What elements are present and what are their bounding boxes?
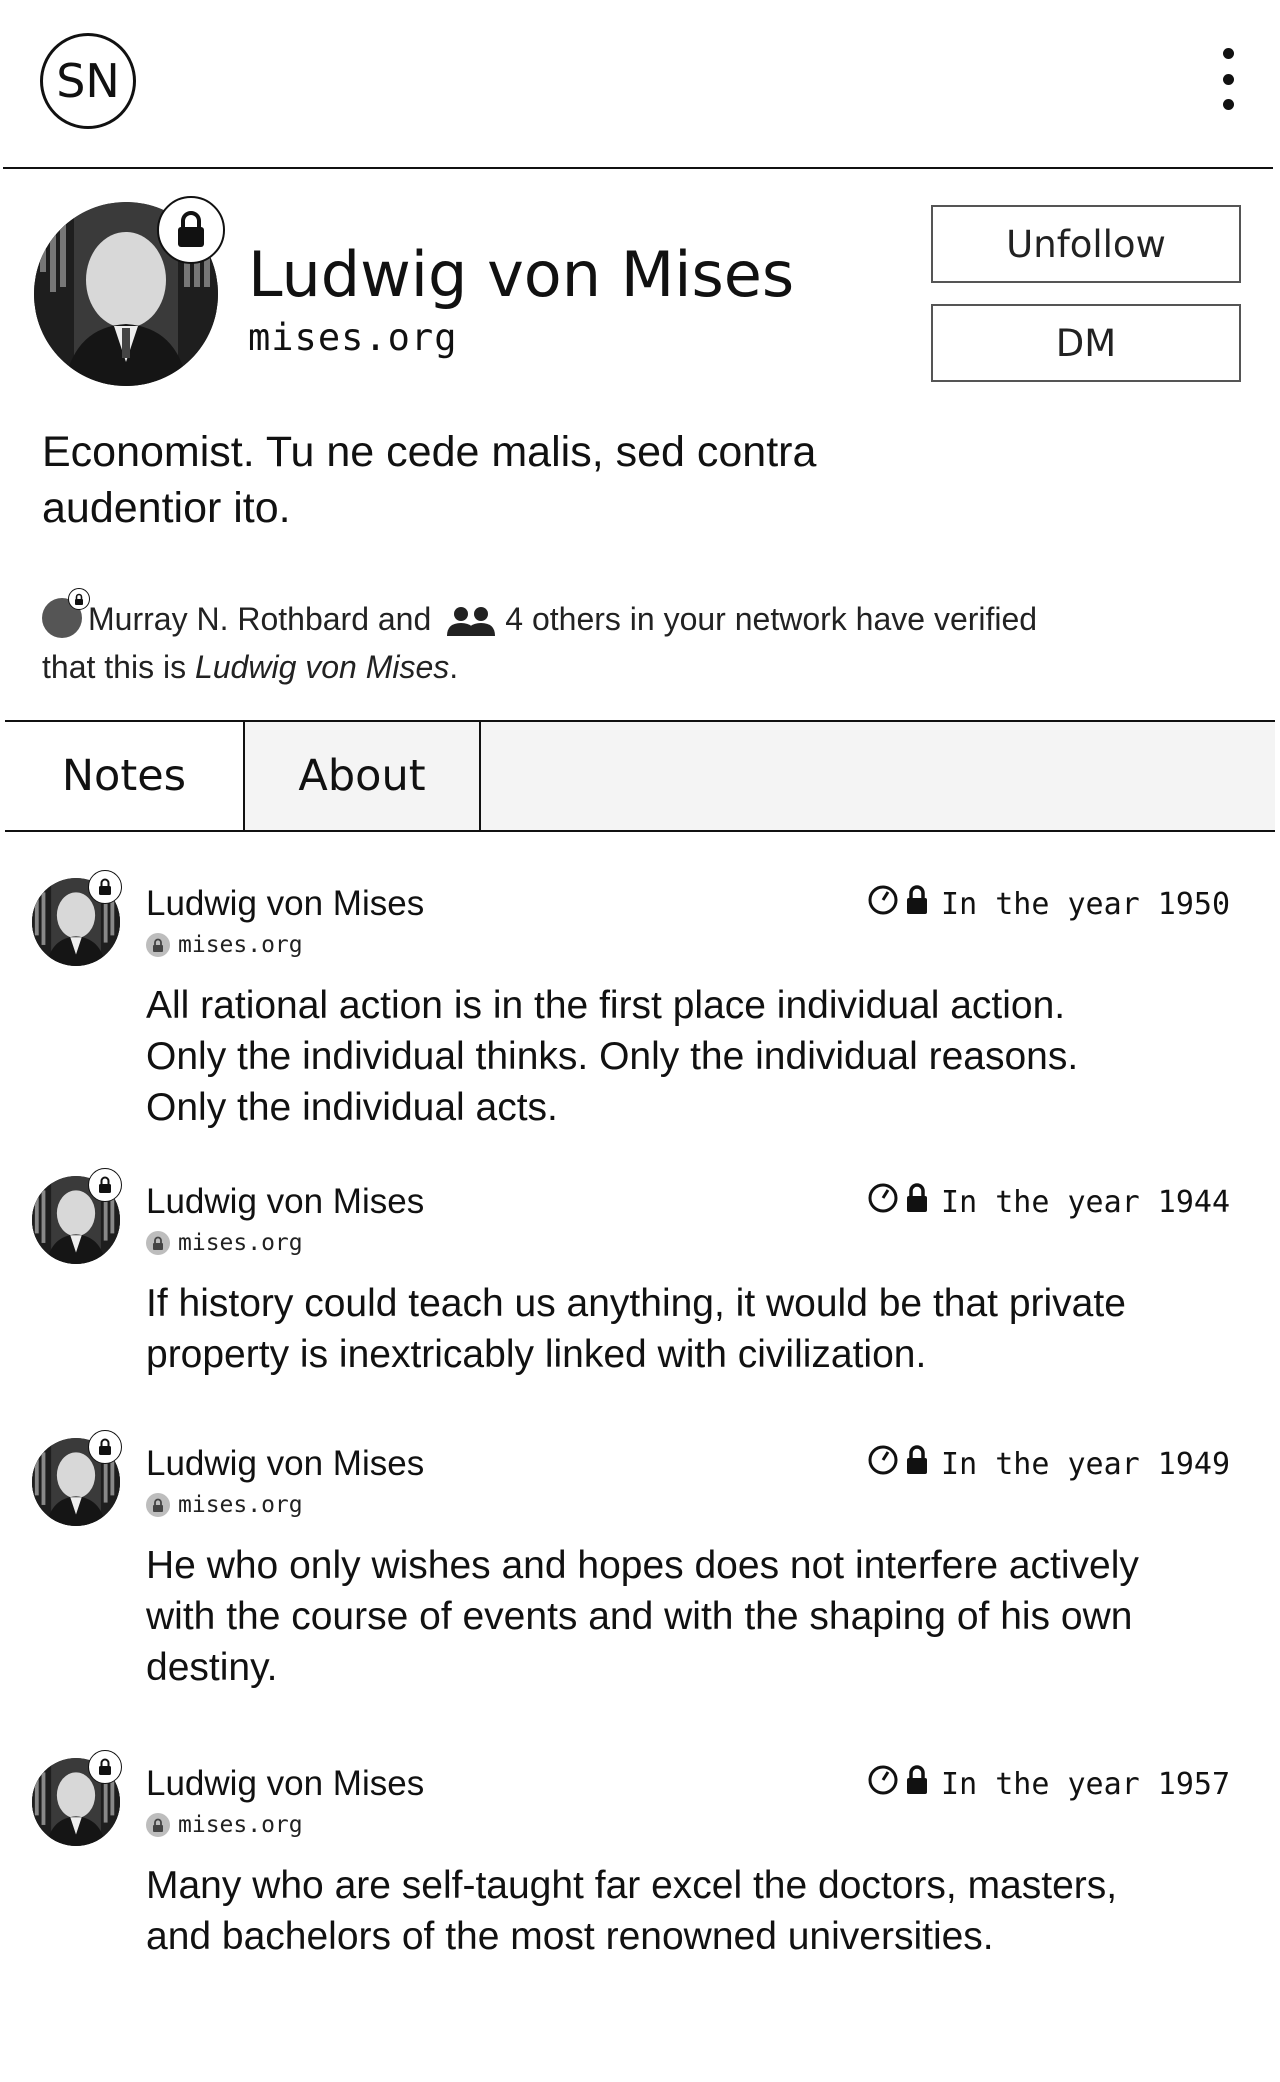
note-meta: In the year 1944 (867, 1182, 1230, 1222)
lock-icon (157, 196, 225, 264)
verified-period: . (449, 649, 459, 685)
lock-icon (905, 884, 929, 924)
domain-lock-icon (146, 1813, 170, 1837)
unfollow-button[interactable]: Unfollow (931, 205, 1241, 283)
note-domain[interactable]: mises.org (146, 1230, 303, 1256)
tab-notes[interactable]: Notes (5, 722, 245, 830)
note-timestamp[interactable]: In the year 1950 (941, 887, 1230, 922)
verified-text: that this is (42, 649, 187, 685)
note-domain[interactable]: mises.org (146, 932, 303, 958)
note-domain[interactable]: mises.org (146, 1812, 303, 1838)
profile-bio: Economist. Tu ne cede malis, sed contra … (42, 428, 817, 532)
note-timestamp[interactable]: In the year 1944 (941, 1185, 1230, 1220)
note-text: All rational action is in the first plac… (146, 984, 1079, 1129)
note-domain-text: mises.org (178, 1230, 303, 1256)
note-meta: In the year 1957 (867, 1764, 1230, 1804)
domain-lock-icon (146, 1493, 170, 1517)
note-author[interactable]: Ludwig von Mises (146, 1444, 424, 1484)
verifier-avatar[interactable] (42, 588, 90, 638)
clock-icon (867, 1182, 899, 1222)
lock-icon (88, 1750, 122, 1784)
more-vertical-icon[interactable] (1208, 44, 1248, 114)
verification-notice: Murray N. Rothbard and 4 others in your n… (42, 588, 1142, 688)
note-meta: In the year 1949 (867, 1444, 1230, 1484)
note-domain-text: mises.org (178, 932, 303, 958)
profile-name: Ludwig von Mises (248, 238, 795, 311)
note-timestamp[interactable]: In the year 1957 (941, 1767, 1230, 1802)
note-author[interactable]: Ludwig von Mises (146, 884, 424, 924)
lock-icon (68, 588, 90, 610)
domain-lock-icon (146, 933, 170, 957)
lock-icon (88, 1168, 122, 1202)
verified-identity: Ludwig von Mises (194, 649, 450, 685)
profile-domain[interactable]: mises.org (248, 316, 457, 359)
note-author[interactable]: Ludwig von Mises (146, 1182, 424, 1222)
lock-icon (905, 1182, 929, 1222)
note-text: Many who are self-taught far excel the d… (146, 1864, 1118, 1958)
app-logo[interactable]: SN (40, 33, 136, 129)
note-timestamp[interactable]: In the year 1949 (941, 1447, 1230, 1482)
note-text: He who only wishes and hopes does not in… (146, 1544, 1139, 1689)
lock-icon (905, 1764, 929, 1804)
note-text: If history could teach us anything, it w… (146, 1282, 1126, 1376)
note-author[interactable]: Ludwig von Mises (146, 1764, 424, 1804)
clock-icon (867, 884, 899, 924)
dm-button[interactable]: DM (931, 304, 1241, 382)
header-divider (3, 167, 1273, 169)
lock-icon (88, 1430, 122, 1464)
domain-lock-icon (146, 1231, 170, 1255)
tab-about[interactable]: About (245, 722, 481, 830)
people-icon (447, 604, 496, 646)
verifier-name[interactable]: Murray N. Rothbard and (88, 601, 431, 637)
note-domain-text: mises.org (178, 1492, 303, 1518)
note-meta: In the year 1950 (867, 884, 1230, 924)
lock-icon (905, 1444, 929, 1484)
note-domain[interactable]: mises.org (146, 1492, 303, 1518)
tab-bar: Notes About (5, 720, 1275, 832)
clock-icon (867, 1764, 899, 1804)
clock-icon (867, 1444, 899, 1484)
lock-icon (88, 870, 122, 904)
note-domain-text: mises.org (178, 1812, 303, 1838)
verified-others[interactable]: 4 others in your network have verified (505, 601, 1037, 637)
